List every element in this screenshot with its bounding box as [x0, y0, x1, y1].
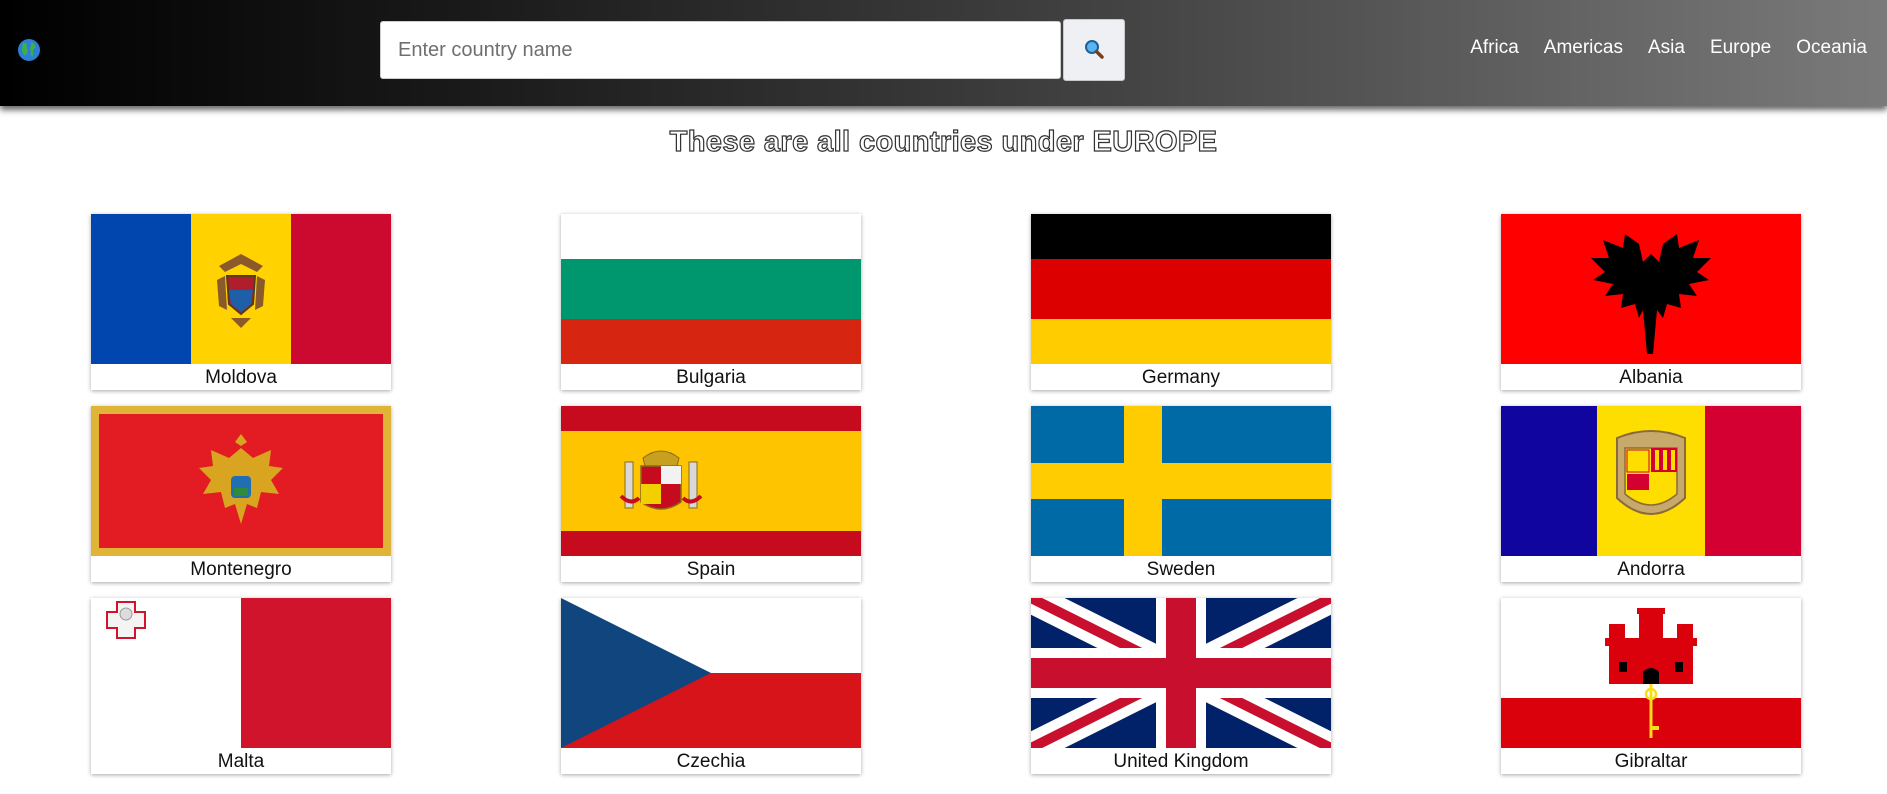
navbar: Africa Americas Asia Europe Oceania: [0, 0, 1887, 106]
country-card-andorra[interactable]: Andorra: [1501, 406, 1801, 582]
country-card-montenegro[interactable]: Montenegro: [91, 406, 391, 582]
country-name: Albania: [1619, 367, 1683, 388]
country-card-moldova[interactable]: Moldova: [91, 214, 391, 390]
gibraltar-flag-icon: [1501, 598, 1801, 748]
nav-link-asia[interactable]: Asia: [1648, 37, 1685, 59]
country-name: Czechia: [676, 751, 746, 772]
country-name: Bulgaria: [676, 367, 746, 388]
country-name: United Kingdom: [1113, 751, 1249, 772]
montenegro-flag-icon: [91, 406, 391, 556]
country-card-germany[interactable]: Germany: [1031, 214, 1331, 390]
country-card-albania[interactable]: Albania: [1501, 214, 1801, 390]
andorra-flag-icon: [1501, 406, 1801, 556]
malta-flag-icon: [91, 598, 391, 748]
country-card-czechia[interactable]: Czechia: [561, 598, 861, 774]
region-nav: Africa Americas Asia Europe Oceania: [1470, 37, 1867, 59]
country-name: Gibraltar: [1614, 751, 1688, 772]
country-card-bulgaria[interactable]: Bulgaria: [561, 214, 861, 390]
search-input[interactable]: [380, 21, 1061, 79]
country-card-gibraltar[interactable]: Gibraltar: [1501, 598, 1801, 774]
country-name: Spain: [686, 559, 736, 580]
nav-link-americas[interactable]: Americas: [1544, 37, 1623, 59]
country-name: Andorra: [1617, 559, 1685, 580]
country-grid: Moldova Bulgaria Germany Albania Montene…: [0, 214, 1887, 794]
bulgaria-flag-icon: [561, 214, 861, 364]
germany-flag-icon: [1031, 214, 1331, 364]
country-name: Sweden: [1146, 559, 1216, 580]
page-heading: These are all countries under EUROPE: [669, 125, 1218, 158]
country-card-spain[interactable]: Spain: [561, 406, 861, 582]
spain-flag-icon: [561, 406, 861, 556]
country-name: Germany: [1141, 367, 1221, 388]
nav-link-africa[interactable]: Africa: [1470, 37, 1519, 59]
sweden-flag-icon: [1031, 406, 1331, 556]
globe-icon[interactable]: [17, 38, 41, 62]
country-card-malta[interactable]: Malta: [91, 598, 391, 774]
country-card-united-kingdom[interactable]: United Kingdom: [1031, 598, 1331, 774]
moldova-flag-icon: [91, 214, 391, 364]
search-button[interactable]: [1063, 19, 1125, 81]
nav-link-europe[interactable]: Europe: [1710, 37, 1771, 59]
albania-flag-icon: [1501, 214, 1801, 364]
country-name: Montenegro: [190, 559, 292, 580]
united-kingdom-flag-icon: [1031, 598, 1331, 748]
country-name: Malta: [217, 751, 265, 772]
czechia-flag-icon: [561, 598, 861, 748]
country-name: Moldova: [205, 367, 277, 388]
nav-link-oceania[interactable]: Oceania: [1796, 37, 1867, 59]
country-card-sweden[interactable]: Sweden: [1031, 406, 1331, 582]
magnifier-icon: [1083, 38, 1105, 63]
